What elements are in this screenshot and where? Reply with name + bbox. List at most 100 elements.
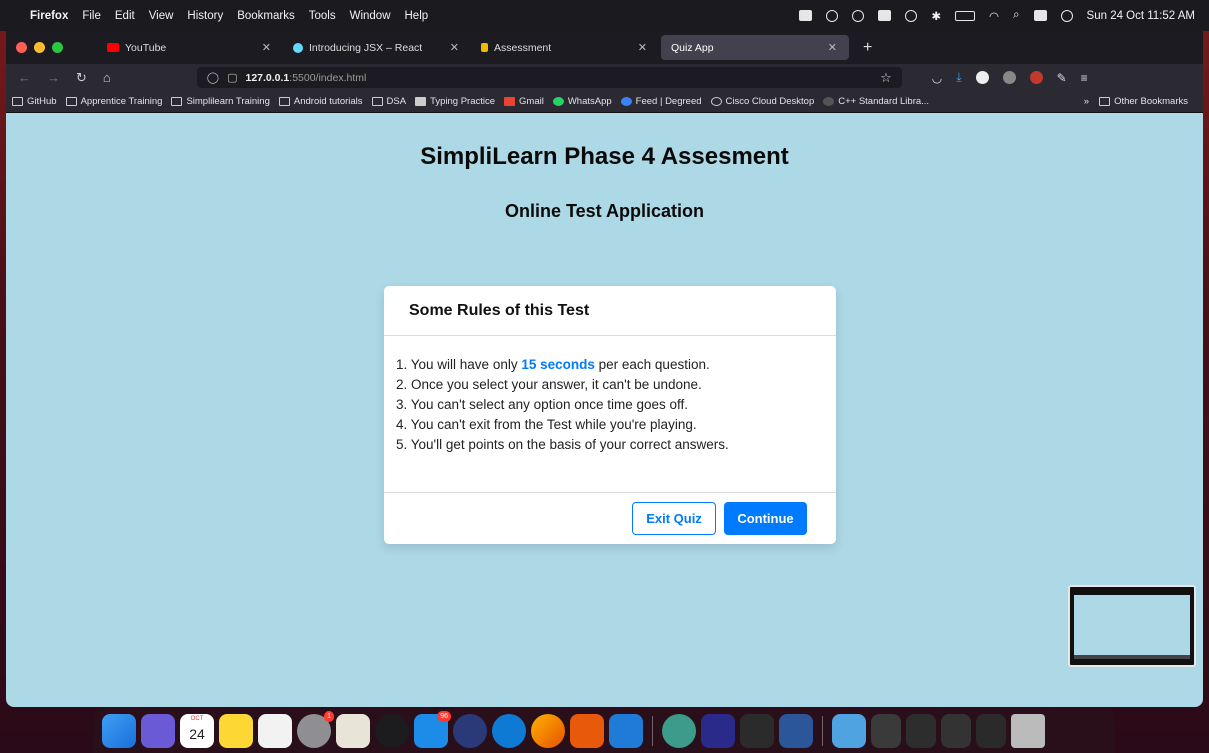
forward-arrow-icon[interactable]: → [47,70,60,85]
bookmark-typing[interactable]: Typing Practice [415,96,495,107]
folder-icon [1099,97,1111,106]
menu-bookmarks[interactable]: Bookmarks [237,10,295,22]
rule-highlight: 15 seconds [521,357,595,372]
macos-menubar: Firefox File Edit View History Bookmarks… [0,0,1209,31]
reminders-icon[interactable] [258,714,292,748]
bookmark-whatsapp[interactable]: WhatsApp [552,96,612,107]
chatgpt-icon[interactable] [375,714,409,748]
bookmark-github[interactable]: GitHub [12,96,57,107]
notes-icon[interactable] [219,714,253,748]
menu-history[interactable]: History [187,10,223,22]
bookmark-star-icon[interactable]: ☆ [880,70,892,86]
new-tab-icon[interactable]: + [863,39,872,57]
minimized-window-icon[interactable] [906,714,936,748]
bookmark-degreed[interactable]: Feed | Degreed [620,96,702,107]
minimized-window-icon[interactable] [941,714,971,748]
menu-help[interactable]: Help [405,10,429,22]
download-icon[interactable]: ⤓ [956,70,961,85]
postman-icon[interactable] [570,714,604,748]
bookmark-dsa[interactable]: DSA [371,96,406,107]
profile-extension-icon[interactable] [1002,71,1016,84]
bookmark-other[interactable]: Other Bookmarks [1099,96,1188,107]
rule-item: 4. You can't exit from the Test while yo… [396,417,697,432]
menu-edit[interactable]: Edit [115,10,135,22]
ublock-icon[interactable] [1029,71,1043,84]
launchpad-icon[interactable] [141,714,175,748]
close-tab-icon[interactable]: ✕ [828,41,837,54]
vpn-extension-icon[interactable] [975,71,989,84]
outlook-icon[interactable]: 96 [414,711,451,748]
reload-icon[interactable]: ↻ [76,70,87,86]
bookmark-label: WhatsApp [567,96,612,107]
screenshot-thumbnail[interactable] [1068,585,1196,667]
shield-icon[interactable]: ◯ [207,71,219,84]
spotlight-helper-icon[interactable] [852,9,865,22]
status-app-icon-2[interactable] [878,10,892,21]
eclipse-icon[interactable] [453,714,487,748]
textedit-icon[interactable] [336,714,370,748]
trash-icon[interactable] [1011,714,1045,748]
back-arrow-icon[interactable]: ← [18,70,31,85]
calendar-icon[interactable]: OCT 24 [180,714,214,748]
menubar-clock[interactable]: Sun 24 Oct 11:52 AM [1087,10,1195,22]
pen-extension-icon[interactable]: ✎ [1057,71,1067,85]
close-tab-icon[interactable]: ✕ [262,41,271,54]
minimized-window-icon[interactable] [976,714,1006,748]
bookmark-cpp[interactable]: C++ Standard Libra... [823,96,929,107]
whatsapp-icon [552,97,564,106]
close-tab-icon[interactable]: ✕ [450,41,459,54]
bookmark-simplilearn[interactable]: Simplilearn Training [171,96,270,107]
page-info-icon[interactable]: ▢ [227,71,237,84]
vscode-icon[interactable] [609,714,643,748]
webstorm-icon[interactable] [701,714,735,748]
close-tab-icon[interactable]: ✕ [638,41,647,54]
menu-window[interactable]: Window [350,10,391,22]
control-center-icon[interactable] [1033,10,1047,21]
exit-quiz-button[interactable]: Exit Quiz [632,502,716,535]
tab-youtube[interactable]: YouTube ✕ [97,31,283,64]
continue-button[interactable]: Continue [724,502,807,535]
finder-icon[interactable] [102,714,136,748]
zoom-window-button[interactable] [52,42,63,53]
downloads-folder-icon[interactable] [832,714,866,748]
menu-hamburger-icon[interactable]: ≡ [1081,71,1088,85]
minimized-window-icon[interactable] [871,714,901,748]
status-app-icon[interactable] [799,10,813,21]
firefox-window: YouTube ✕ Introducing JSX – React ✕ Asse… [6,31,1203,707]
menu-file[interactable]: File [82,10,101,22]
android-studio-icon[interactable] [662,714,696,748]
status-app-icon-3[interactable] [905,9,918,22]
tab-react-jsx[interactable]: Introducing JSX – React ✕ [283,31,471,64]
url-bar[interactable]: ◯ ▢ 127.0.0.1 :5500/index.html ☆ [196,67,902,88]
minimize-window-button[interactable] [34,42,45,53]
bookmark-gmail[interactable]: Gmail [504,96,544,107]
firefox-icon[interactable] [531,714,565,748]
tab-assessment[interactable]: Assessment ✕ [471,31,659,64]
search-icon[interactable]: ⌕ [1013,9,1019,22]
menu-view[interactable]: View [149,10,174,22]
menu-app-name[interactable]: Firefox [30,10,68,22]
pocket-icon[interactable]: ◡ [932,71,942,85]
system-preferences-icon[interactable]: 1 [297,711,334,748]
menu-tools[interactable]: Tools [309,10,336,22]
word-icon[interactable] [779,714,813,748]
chevron-right-icon[interactable]: » [1084,96,1089,107]
close-window-button[interactable] [16,42,27,53]
wifi-icon[interactable]: ◠ [989,9,999,23]
bookmark-apprentice[interactable]: Apprentice Training [65,96,162,107]
dock-separator [652,716,653,746]
accessibility-icon[interactable] [826,9,839,22]
bookmark-cisco[interactable]: Cisco Cloud Desktop [710,96,814,107]
siri-icon[interactable] [1060,9,1073,22]
react-icon [293,42,303,53]
bookmark-android[interactable]: Android tutorials [278,96,363,107]
page-title: SimpliLearn Phase 4 Assesment [420,143,789,170]
terminal-icon[interactable] [740,714,774,748]
tab-quiz-app[interactable]: Quiz App ✕ [661,35,849,60]
gmail-icon [504,97,516,106]
battery-icon[interactable] [955,10,976,21]
home-icon[interactable]: ⌂ [103,70,111,85]
webex-icon[interactable] [492,714,526,748]
rules-dialog: Some Rules of this Test 1. You will have… [384,286,836,544]
bluetooth-icon[interactable]: ✱ [931,9,941,23]
